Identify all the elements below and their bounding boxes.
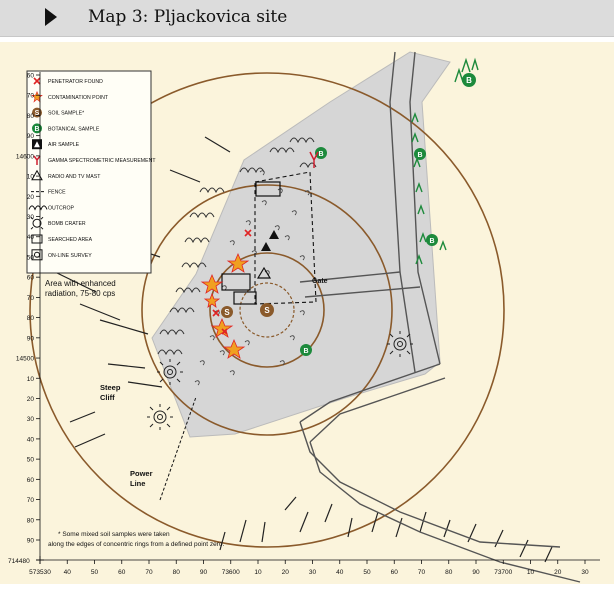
y-tick-label: 14600 xyxy=(16,153,34,160)
y-tick-label: 70 xyxy=(27,295,35,302)
svg-text:B: B xyxy=(34,126,39,133)
legend-label: BOTANICAL SAMPLE xyxy=(48,126,100,132)
x-tick-label: 20 xyxy=(554,569,562,576)
footnote: * Some mixed soil samples were taken xyxy=(58,531,170,538)
footnote: along the edges of concentric rings from… xyxy=(48,541,225,548)
x-tick-label: 40 xyxy=(336,569,344,576)
x-tick-label: 30 xyxy=(309,569,317,576)
y-tick-label: 80 xyxy=(27,315,35,322)
y-tick-label: 40 xyxy=(27,436,35,443)
y-tick-label: 10 xyxy=(27,376,35,383)
x-tick-label: 90 xyxy=(472,569,480,576)
x-tick-label: 40 xyxy=(64,569,72,576)
x-tick-label: 60 xyxy=(118,569,126,576)
origin-label: 714480 xyxy=(8,558,30,565)
legend-label: BOMB CRATER xyxy=(48,221,86,227)
y-tick-label: 40 xyxy=(27,234,35,241)
svg-text:S: S xyxy=(224,308,230,317)
x-tick-label: 60 xyxy=(391,569,399,576)
botanical-b-icon: B xyxy=(32,123,42,134)
y-tick-label: 14500 xyxy=(16,356,34,363)
map-header: Map 3: Pljackovica site xyxy=(0,0,614,37)
svg-text:B: B xyxy=(429,238,434,245)
x-tick-label: 20 xyxy=(282,569,290,576)
y-tick-label: 20 xyxy=(27,396,35,403)
steep-cliff-label: Steep xyxy=(100,383,121,392)
svg-text:B: B xyxy=(303,348,308,355)
air-triangle-icon xyxy=(32,139,42,150)
x-tick-label: 73700 xyxy=(494,569,512,576)
legend-item: GAMMA SPECTROMETRIC MEASUREMENT xyxy=(33,155,156,165)
y-tick-label: 90 xyxy=(27,538,35,545)
svg-text:S: S xyxy=(35,110,40,117)
x-tick-label: 50 xyxy=(363,569,371,576)
y-tick-label: 20 xyxy=(27,194,35,201)
svg-text:B: B xyxy=(417,152,422,159)
x-tick-label: 70 xyxy=(418,569,426,576)
legend-label: SEARCHED AREA xyxy=(48,237,93,243)
x-tick-label: 50 xyxy=(91,569,99,576)
y-tick-label: 60 xyxy=(27,275,35,282)
x-tick-label: 80 xyxy=(173,569,181,576)
y-tick-label: 70 xyxy=(27,93,35,100)
y-tick-label: 90 xyxy=(27,335,35,342)
x-tick-label: 10 xyxy=(254,569,262,576)
y-tick-label: 70 xyxy=(27,497,35,504)
y-tick-label: 10 xyxy=(27,174,35,181)
x-tick-label: 573530 xyxy=(29,569,51,576)
y-tick-label: 60 xyxy=(27,73,35,80)
x-tick-label: 90 xyxy=(200,569,208,576)
legend-label: SOIL SAMPLE* xyxy=(48,111,84,117)
svg-text:B: B xyxy=(466,76,472,85)
site-map: S S B B B B B PENETRATOR FOUND CONTAMINAT… xyxy=(8,51,600,583)
legend-label: ON-LINE SURVEY xyxy=(48,253,92,259)
svg-text:B: B xyxy=(318,151,323,158)
power-line xyxy=(159,396,197,501)
steep-cliff-label: Cliff xyxy=(100,393,115,402)
enhanced-area-label: radiation, 75-80 cps xyxy=(45,289,115,298)
origin-cross xyxy=(36,556,44,564)
x-tick-label: 10 xyxy=(527,569,535,576)
legend-label: FENCE xyxy=(48,190,66,196)
x-tick-label: 70 xyxy=(145,569,153,576)
map-canvas: S S B B B B B PENETRATOR FOUND CONTAMINAT… xyxy=(0,42,614,584)
y-tick-label: 90 xyxy=(27,133,35,140)
chevron-right-icon xyxy=(45,8,57,26)
y-tick-label: 80 xyxy=(27,517,35,524)
legend-label: PENETRATOR FOUND xyxy=(48,79,103,85)
legend-label: RADIO AND TV MAST xyxy=(48,174,101,180)
y-tick-label: 80 xyxy=(27,113,35,120)
legend-label: OUTCROP xyxy=(48,205,74,211)
legend-label: GAMMA SPECTROMETRIC MEASUREMENT xyxy=(48,158,156,164)
x-tick-label: 73600 xyxy=(222,569,240,576)
y-tick-label: 50 xyxy=(27,457,35,464)
y-tick-label: 60 xyxy=(27,477,35,484)
y-tick-label: 30 xyxy=(27,214,35,221)
power-line-label: Line xyxy=(130,479,145,488)
legend-label: AIR SAMPLE xyxy=(48,142,80,148)
x-tick-label: 30 xyxy=(581,569,589,576)
svg-text:S: S xyxy=(264,306,270,315)
x-axis: 573530 40 50 60 70 80 90 73600 10 20 30 40 50 60 70 80 9… xyxy=(29,559,600,576)
site-area xyxy=(151,51,451,438)
y-tick-label: 30 xyxy=(27,416,35,423)
legend-label: CONTAMINATION POINT xyxy=(48,95,109,101)
x-tick-label: 80 xyxy=(445,569,453,576)
legend: PENETRATOR FOUND CONTAMINATION POINT S SOIL… xyxy=(26,70,156,274)
enhanced-area-label: Area with enhanced xyxy=(45,279,116,288)
y-tick-label: 50 xyxy=(27,254,35,261)
power-line-label: Power xyxy=(130,469,153,478)
gate-label: Gate xyxy=(312,278,328,285)
page-title: Map 3: Pljackovica site xyxy=(88,7,288,27)
